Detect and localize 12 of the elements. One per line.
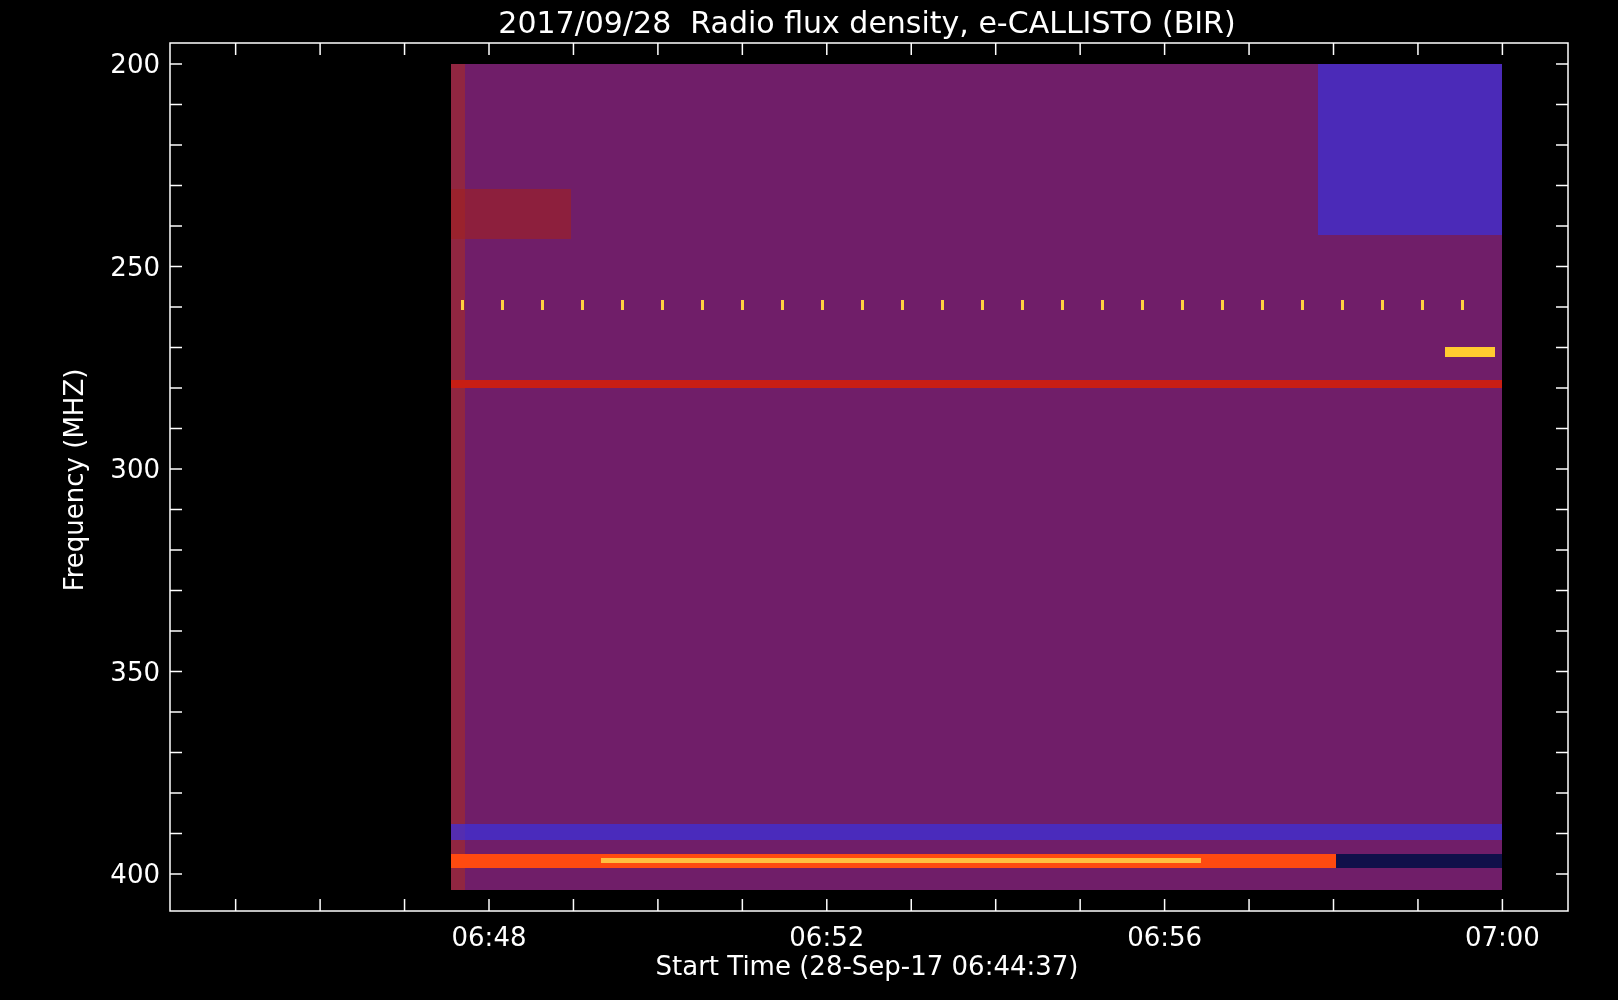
tick-label: 200 (110, 49, 160, 79)
chart-title: 2017/09/28 Radio flux density, e-CALLISTO (BIR) (498, 5, 1236, 40)
tick-label: 250 (110, 251, 160, 282)
tick-label: 07:00 (1464, 922, 1540, 952)
tick-label: 350 (110, 656, 160, 687)
tick-label: 06:52 (789, 922, 865, 952)
tick-label: 400 (110, 859, 160, 889)
tick-label: 06:48 (451, 922, 527, 952)
tick-label: 300 (110, 454, 160, 484)
tick-label: 06:56 (1127, 922, 1203, 952)
axis-label: Frequency (MHZ) (59, 368, 89, 592)
axis-label: Start Time (28-Sep-17 06:44:37) (655, 951, 1079, 981)
